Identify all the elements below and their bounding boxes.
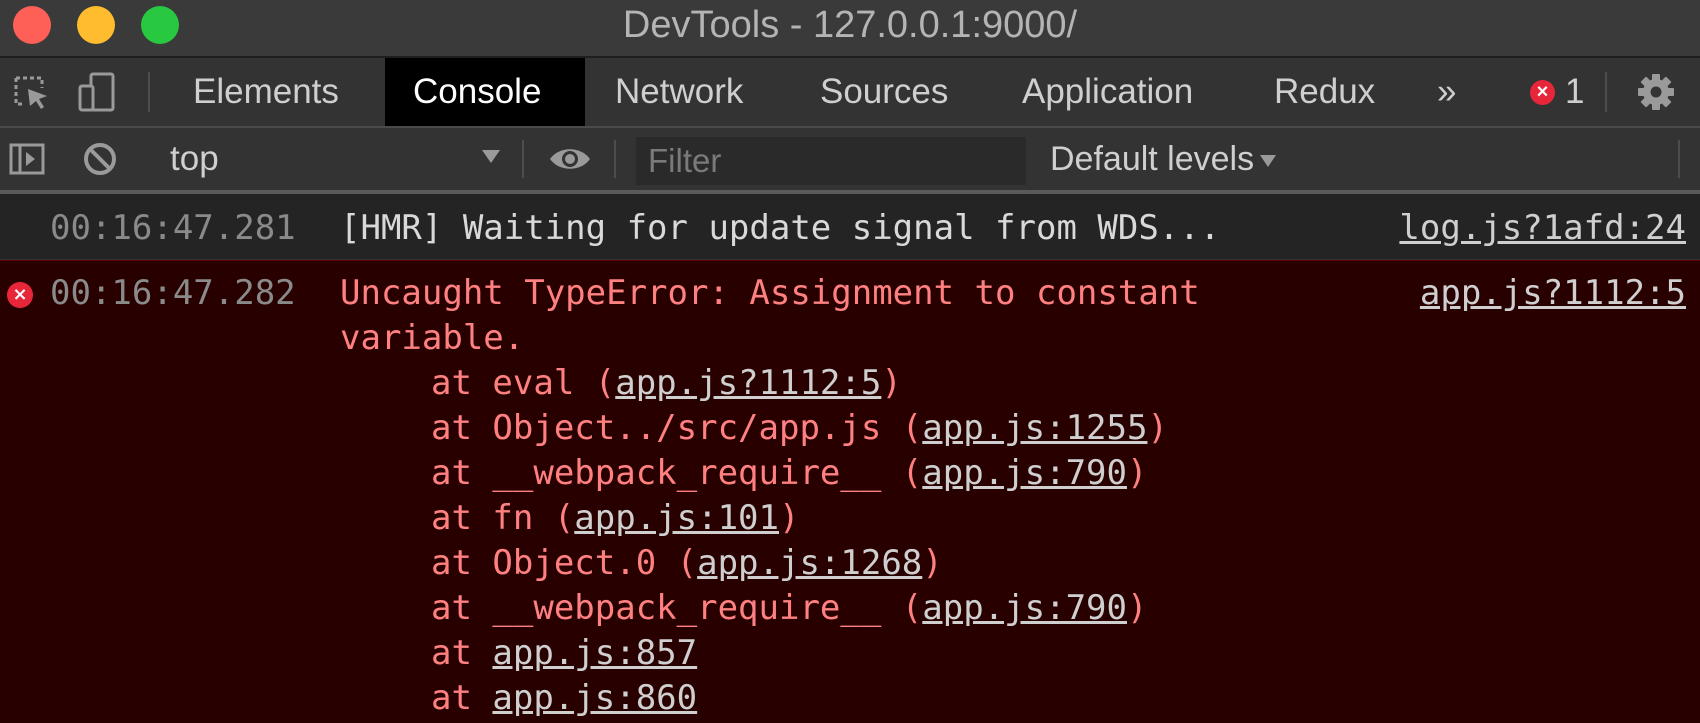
stack-frame-link[interactable]: app.js?1112:5 <box>615 363 881 403</box>
stack-frame-link[interactable]: app.js:860 <box>492 678 697 718</box>
stack-frame: at __webpack_require__ (app.js:790) <box>431 451 1168 496</box>
filter-input[interactable]: Filter <box>636 137 1026 185</box>
settings-gear-icon[interactable] <box>1628 58 1684 126</box>
stack-frame-prefix: at Object../src/app.js ( <box>431 408 923 448</box>
stack-frame-prefix: at <box>431 678 493 718</box>
error-icon: × <box>1530 79 1555 105</box>
toolbar-divider <box>614 140 616 178</box>
log-message-row: 00:16:47.281 [HMR] Waiting for update si… <box>0 196 1700 260</box>
error-message-text: Uncaught TypeError: Assignment to consta… <box>340 271 1200 361</box>
log-timestamp: 00:16:47.281 <box>50 208 296 248</box>
stack-frame-prefix: at fn ( <box>431 498 575 538</box>
tab-console[interactable]: Console <box>385 58 585 126</box>
log-source-link[interactable]: log.js?1afd:24 <box>1399 206 1686 250</box>
device-toolbar-icon[interactable] <box>72 58 122 126</box>
stack-frame-suffix: ) <box>1126 588 1148 628</box>
stack-frame: at Object../src/app.js (app.js:1255) <box>431 406 1168 451</box>
stack-frame: at __webpack_require__ (app.js:790) <box>431 586 1168 631</box>
toolbar-divider <box>1678 140 1680 178</box>
stack-frame-suffix: ) <box>1126 453 1148 493</box>
inspect-element-icon[interactable] <box>6 58 56 126</box>
stack-frame: at Object.0 (app.js:1268) <box>431 541 1168 586</box>
log-message-text: [HMR] Waiting for update signal from WDS… <box>340 208 1221 248</box>
log-levels-dropdown[interactable]: Default levels <box>1050 128 1277 190</box>
tab-application[interactable]: Application <box>994 58 1221 126</box>
stack-frame-link[interactable]: app.js:101 <box>574 498 779 538</box>
stack-frame-suffix: ) <box>1147 408 1168 448</box>
context-selector[interactable]: top <box>170 128 219 190</box>
tab-redux[interactable]: Redux <box>1246 58 1403 126</box>
stack-frame-link[interactable]: app.js:790 <box>922 588 1127 628</box>
error-message-row: × 00:16:47.282 Uncaught TypeError: Assig… <box>0 260 1700 723</box>
more-tabs-button[interactable]: » <box>1409 58 1484 126</box>
stack-frame-prefix: at <box>431 633 493 673</box>
stack-frame-prefix: at __webpack_require__ ( <box>431 588 923 628</box>
stack-frame-prefix: at eval ( <box>431 363 616 403</box>
stack-frame-suffix: ) <box>922 543 943 583</box>
stack-frame-prefix: at __webpack_require__ ( <box>431 453 923 493</box>
console-toolbar: top Filter Default levels <box>0 128 1700 194</box>
stack-frame: at app.js:860 <box>431 676 1168 721</box>
stack-frame-link[interactable]: app.js:1268 <box>697 543 922 583</box>
toolbar-divider <box>522 140 524 178</box>
stack-frame-link[interactable]: app.js:790 <box>922 453 1127 493</box>
devtools-tab-bar: Elements Console Network Sources Applica… <box>0 58 1700 128</box>
tab-divider <box>1605 72 1607 112</box>
stack-frame-suffix: ) <box>881 363 902 403</box>
error-icon: × <box>7 282 33 308</box>
console-output: 00:16:47.281 [HMR] Waiting for update si… <box>0 196 1700 723</box>
error-count-badge[interactable]: × 1 <box>1530 58 1584 126</box>
tab-network[interactable]: Network <box>587 58 771 126</box>
tab-sources[interactable]: Sources <box>792 58 976 126</box>
stack-frame: at fn (app.js:101) <box>431 496 1168 541</box>
tab-divider <box>148 72 150 112</box>
error-message-line: variable. <box>340 318 525 358</box>
stack-frame-link[interactable]: app.js:857 <box>492 633 697 673</box>
error-source-link[interactable]: app.js?1112:5 <box>1420 271 1686 316</box>
title-bar: DevTools - 127.0.0.1:9000/ <box>0 0 1700 58</box>
chevron-down-icon <box>1260 155 1277 168</box>
stack-frame-prefix: at Object.0 ( <box>431 543 698 583</box>
tab-elements[interactable]: Elements <box>165 58 367 126</box>
stack-frame: at app.js:857 <box>431 631 1168 676</box>
chevron-down-icon[interactable] <box>482 150 500 163</box>
eye-icon[interactable] <box>544 128 596 190</box>
error-count: 1 <box>1565 72 1585 111</box>
clear-console-icon[interactable] <box>78 128 122 190</box>
window-title: DevTools - 127.0.0.1:9000/ <box>622 4 1078 46</box>
error-message-line: Uncaught TypeError: Assignment to consta… <box>340 273 1200 313</box>
error-timestamp: 00:16:47.282 <box>50 273 296 313</box>
error-stack-trace: at eval (app.js?1112:5) at Object../src/a… <box>431 361 1168 721</box>
stack-frame-link[interactable]: app.js:1255 <box>922 408 1147 448</box>
stack-frame-suffix: ) <box>779 498 800 538</box>
stack-frame: at eval (app.js?1112:5) <box>431 361 1168 406</box>
sidebar-toggle-icon[interactable] <box>6 128 48 190</box>
log-levels-label: Default levels <box>1050 140 1255 178</box>
